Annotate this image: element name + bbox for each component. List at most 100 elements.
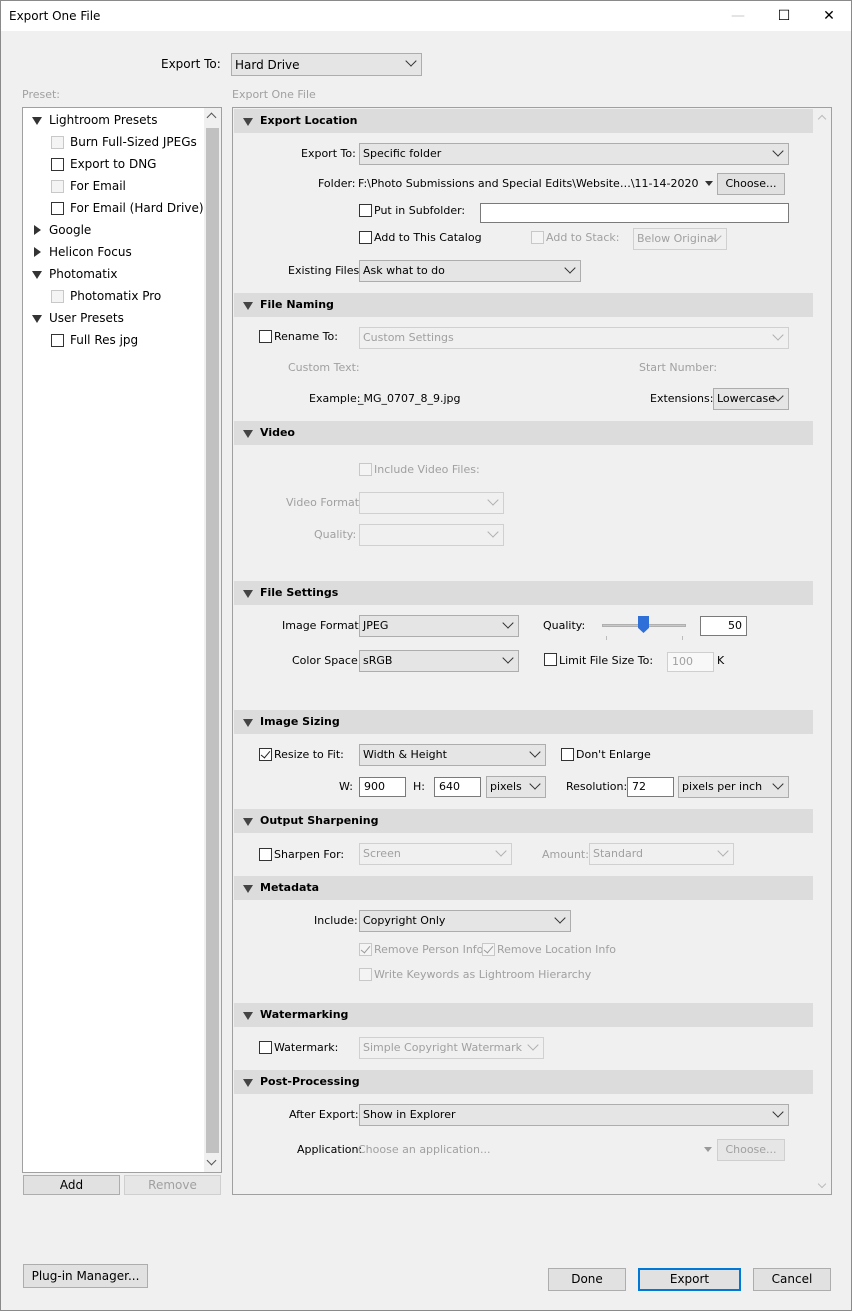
preset-item[interactable]: Photomatix Pro: [70, 289, 161, 303]
extensions-dropdown[interactable]: Lowercase: [713, 388, 789, 410]
remove-location-label: Remove Location Info: [497, 943, 616, 956]
limit-size-input: 100: [667, 652, 714, 672]
section-toggle-icon: [243, 719, 253, 727]
section-file-settings[interactable]: File Settings: [234, 581, 813, 605]
dropdown-value: Ask what to do: [363, 264, 445, 277]
done-button[interactable]: Done: [548, 1268, 626, 1291]
subfolder-checkbox[interactable]: [359, 204, 372, 217]
section-watermarking[interactable]: Watermarking: [234, 1003, 813, 1027]
preset-item[interactable]: For Email (Hard Drive): [70, 201, 204, 215]
chevron-down-icon: [502, 617, 514, 629]
section-title: Image Sizing: [260, 715, 340, 728]
limit-size-checkbox[interactable]: [544, 653, 557, 666]
folder-history-icon[interactable]: [705, 181, 713, 186]
folder-path[interactable]: F:\Photo Submissions and Special Edits\W…: [358, 177, 698, 190]
section-export-location[interactable]: Export Location: [234, 109, 813, 133]
existing-files-label: Existing Files:: [288, 264, 363, 277]
watermark-label: Watermark:: [274, 1041, 339, 1054]
dropdown-value: Below Original: [637, 232, 717, 245]
expand-triangle-icon[interactable]: [32, 117, 42, 125]
export-to-location-label: Export To:: [301, 147, 356, 160]
preset-item[interactable]: Burn Full-Sized JPEGs: [70, 135, 197, 149]
existing-files-dropdown[interactable]: Ask what to do: [359, 260, 581, 282]
dropdown-value: sRGB: [363, 654, 393, 667]
preset-group-photomatix[interactable]: Photomatix: [49, 267, 117, 281]
remove-preset-button[interactable]: Remove: [124, 1175, 221, 1195]
resolution-input[interactable]: 72: [627, 777, 674, 797]
preset-checkbox[interactable]: [51, 202, 64, 215]
preset-checkbox[interactable]: [51, 158, 64, 171]
preset-item[interactable]: Full Res jpg: [70, 333, 138, 347]
section-output-sharpening[interactable]: Output Sharpening: [234, 809, 813, 833]
section-toggle-icon: [243, 590, 253, 598]
scroll-up-icon[interactable]: [817, 114, 827, 124]
section-image-sizing[interactable]: Image Sizing: [234, 710, 813, 734]
subfolder-input[interactable]: [480, 203, 789, 223]
expand-triangle-icon[interactable]: [32, 271, 42, 279]
preset-item[interactable]: Export to DNG: [70, 157, 156, 171]
video-format-dropdown: [359, 492, 504, 514]
choose-folder-button[interactable]: Choose...: [717, 173, 785, 195]
scrollbar-thumb[interactable]: [206, 128, 219, 1153]
dont-enlarge-checkbox[interactable]: [561, 748, 574, 761]
resolution-units-dropdown[interactable]: pixels per inch: [678, 776, 789, 798]
preset-group-helicon[interactable]: Helicon Focus: [49, 245, 132, 259]
plugin-manager-button[interactable]: Plug-in Manager...: [23, 1264, 148, 1288]
preset-scrollbar[interactable]: [204, 108, 221, 1172]
preset-group-google[interactable]: Google: [49, 223, 91, 237]
rename-checkbox[interactable]: [259, 330, 272, 343]
color-space-dropdown[interactable]: sRGB: [359, 650, 519, 672]
settings-scrollbar[interactable]: [815, 109, 830, 1193]
video-format-label: Video Format:: [286, 496, 363, 509]
section-title: Watermarking: [260, 1008, 349, 1021]
dropdown-value: Specific folder: [363, 147, 442, 160]
expand-triangle-icon[interactable]: [32, 315, 42, 323]
quality-input[interactable]: 50: [700, 616, 747, 636]
amount-label: Amount:: [542, 848, 589, 861]
preset-group-user[interactable]: User Presets: [49, 311, 124, 325]
resize-checkbox[interactable]: [259, 748, 272, 761]
cancel-button[interactable]: Cancel: [753, 1268, 831, 1291]
dropdown-value: JPEG: [363, 619, 389, 632]
collapse-triangle-icon[interactable]: [34, 247, 41, 257]
export-button[interactable]: Export: [638, 1268, 741, 1291]
scroll-down-icon[interactable]: [206, 1155, 217, 1166]
section-video[interactable]: Video: [234, 421, 813, 445]
height-input[interactable]: 640: [434, 777, 481, 797]
export-to-dropdown[interactable]: Hard Drive: [231, 53, 422, 76]
dropdown-value: Custom Settings: [363, 331, 454, 344]
close-button[interactable]: ✕: [806, 1, 852, 31]
add-stack-checkbox: [531, 231, 544, 244]
section-toggle-icon: [243, 818, 253, 826]
size-units-dropdown[interactable]: pixels: [486, 776, 546, 798]
section-toggle-icon: [243, 430, 253, 438]
scroll-up-icon[interactable]: [206, 112, 217, 123]
width-input[interactable]: 900: [359, 777, 406, 797]
preset-checkbox[interactable]: [51, 334, 64, 347]
add-catalog-label: Add to This Catalog: [374, 231, 482, 244]
preset-item[interactable]: For Email: [70, 179, 126, 193]
sharpen-checkbox[interactable]: [259, 848, 272, 861]
after-export-dropdown[interactable]: Show in Explorer: [359, 1104, 789, 1126]
add-catalog-checkbox[interactable]: [359, 231, 372, 244]
preset-group-lightroom[interactable]: Lightroom Presets: [49, 113, 157, 127]
add-preset-button[interactable]: Add: [23, 1175, 120, 1195]
scroll-down-icon[interactable]: [817, 1179, 827, 1189]
metadata-include-dropdown[interactable]: Copyright Only: [359, 910, 571, 932]
collapse-triangle-icon[interactable]: [34, 225, 41, 235]
subfolder-label: Put in Subfolder:: [374, 204, 466, 217]
section-file-naming[interactable]: File Naming: [234, 293, 813, 317]
maximize-button[interactable]: ☐: [761, 1, 807, 31]
section-title: File Naming: [260, 298, 334, 311]
preset-list[interactable]: Lightroom Presets Burn Full-Sized JPEGs …: [22, 107, 222, 1173]
section-metadata[interactable]: Metadata: [234, 876, 813, 900]
slider-tick: [606, 636, 607, 640]
chevron-down-icon: [527, 1039, 539, 1051]
export-location-dropdown[interactable]: Specific folder: [359, 143, 789, 165]
write-keywords-label: Write Keywords as Lightroom Hierarchy: [374, 968, 592, 981]
watermark-checkbox[interactable]: [259, 1041, 272, 1054]
section-post-processing[interactable]: Post-Processing: [234, 1070, 813, 1094]
image-format-dropdown[interactable]: JPEG: [359, 615, 519, 637]
resize-dropdown[interactable]: Width & Height: [359, 744, 546, 766]
minimize-button[interactable]: —: [715, 1, 761, 31]
